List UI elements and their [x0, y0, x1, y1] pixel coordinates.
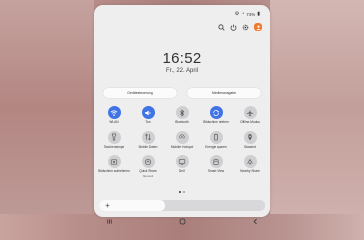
- quick-tile[interactable]: Mobile Daten: [131, 130, 165, 150]
- wallpaper-right: [270, 0, 364, 214]
- quick-tile[interactable]: Mobiler Hotspot: [165, 130, 199, 150]
- hotspot-icon[interactable]: [175, 130, 189, 144]
- quick-settings-panel: ⚙ ◔ 74% ▮ 16:52 Fr., 22. April Geräteste…: [94, 5, 270, 217]
- flashlight-icon[interactable]: [107, 130, 121, 144]
- page-dot-2[interactable]: [183, 191, 185, 193]
- wifi-status-icon: ◔: [241, 11, 245, 17]
- quick-buttons-row: Gerätesteuerung Medienausgabe: [103, 88, 261, 98]
- airplane-icon[interactable]: [243, 106, 257, 119]
- device-control-button[interactable]: Gerätesteuerung: [103, 88, 177, 98]
- quick-tile-label: Mobile Daten: [138, 144, 158, 149]
- nearby-share-icon[interactable]: [243, 155, 257, 169]
- sound-icon[interactable]: [141, 106, 155, 119]
- quick-tile[interactable]: Bildschirm drehen: [199, 106, 233, 125]
- quick-tile[interactable]: Bildschirm aufnehmen: [97, 155, 131, 179]
- quick-tile-label: Quick Share: [139, 169, 157, 174]
- brightness-slider[interactable]: [99, 200, 265, 211]
- page-dot-1[interactable]: [179, 191, 181, 193]
- quick-tile-label: WLAN: [109, 120, 119, 124]
- quick-tile-sublabel: Niemand: [142, 175, 154, 179]
- quick-tile-label: Mobiler Hotspot: [170, 144, 194, 149]
- screen-record-icon[interactable]: [107, 155, 121, 169]
- quick-tile[interactable]: Quick Share Niemand: [131, 155, 165, 179]
- clock-date: Fr., 22. April: [165, 68, 198, 74]
- quick-tile-label: Nearby Share: [240, 169, 260, 174]
- wallpaper-left: [0, 0, 94, 214]
- quick-tile-label: Standort: [243, 144, 257, 149]
- quick-tile[interactable]: Bluetooth: [165, 106, 199, 125]
- bluetooth-icon[interactable]: [175, 106, 189, 119]
- quick-tile-label: Offline-Modus: [240, 120, 260, 124]
- quick-tile[interactable]: Offline-Modus: [233, 106, 267, 125]
- quick-tile[interactable]: Nearby Share: [233, 155, 267, 179]
- battery-icon: ▮: [257, 11, 260, 17]
- battery-saver-icon[interactable]: [209, 130, 223, 144]
- battery-text: 74%: [246, 11, 256, 17]
- user-avatar-icon[interactable]: [254, 23, 262, 31]
- dex-icon[interactable]: [175, 155, 189, 169]
- quick-tile[interactable]: Smart View: [199, 155, 233, 179]
- gear-icon[interactable]: [242, 24, 249, 31]
- quick-tiles-grid: WLAN Ton Bluetooth Bildschirm drehen Offline…: [97, 106, 267, 179]
- quick-tile-label: Ton: [145, 120, 151, 124]
- clock-time: 16:52: [162, 50, 202, 67]
- navigation-bar: [0, 214, 364, 228]
- wifi-icon[interactable]: [107, 106, 121, 119]
- quick-tile-label: DeX: [178, 169, 186, 174]
- quick-tile-label: Taschenlampe: [103, 144, 125, 149]
- quick-tile[interactable]: DeX: [165, 155, 199, 179]
- quick-tile-label: Bildschirm drehen: [203, 120, 229, 124]
- quick-tile[interactable]: Ton: [131, 106, 165, 125]
- status-bar: ⚙ ◔ 74% ▮: [235, 11, 260, 17]
- quick-tile[interactable]: Standort: [233, 130, 267, 150]
- location-icon[interactable]: [243, 130, 257, 144]
- home-icon[interactable]: [179, 218, 186, 225]
- search-icon[interactable]: [218, 23, 225, 31]
- quick-tile[interactable]: Taschenlampe: [97, 130, 131, 150]
- smart-view-icon[interactable]: [209, 155, 223, 169]
- quick-tile[interactable]: Energie sparen: [199, 130, 233, 150]
- quick-tile-label: Energie sparen: [205, 144, 227, 149]
- rotate-icon[interactable]: [209, 106, 223, 119]
- quick-tile-label: Bildschirm aufnehmen: [98, 169, 130, 174]
- brightness-icon: [105, 203, 110, 208]
- media-output-button[interactable]: Medienausgabe: [187, 88, 261, 98]
- quick-tile-label: Bluetooth: [175, 120, 189, 124]
- header-actions: [218, 23, 262, 31]
- mobile-data-icon[interactable]: [141, 130, 155, 144]
- page-indicator: [94, 191, 270, 193]
- back-icon[interactable]: [252, 218, 259, 225]
- quick-share-icon[interactable]: [141, 155, 155, 169]
- power-icon[interactable]: [230, 24, 237, 31]
- settings-gear-status-icon: ⚙: [234, 11, 240, 17]
- quick-tile-label: Smart View: [207, 169, 225, 174]
- quick-tile[interactable]: WLAN: [97, 106, 131, 125]
- recent-apps-icon[interactable]: [106, 218, 113, 225]
